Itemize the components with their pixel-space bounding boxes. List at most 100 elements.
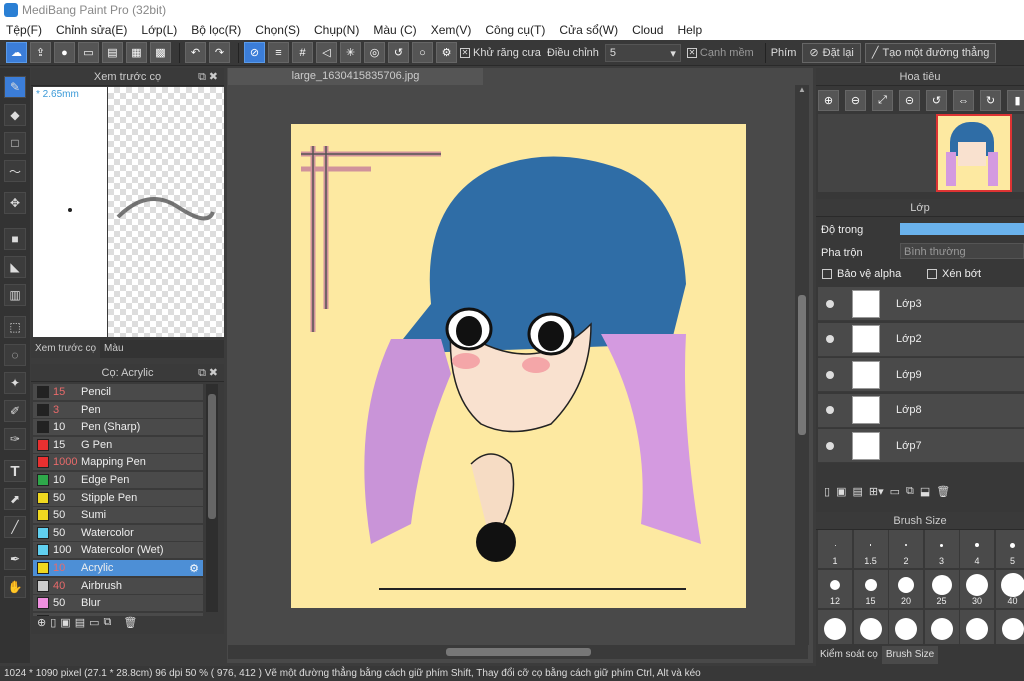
brush-size-cell[interactable]: 1 (818, 530, 852, 568)
scroll-thumb[interactable] (208, 394, 216, 519)
snap-concentric-icon[interactable]: ◎ (364, 42, 385, 63)
brush-item[interactable]: 3 Pen (33, 401, 203, 419)
brush-size-cell[interactable] (924, 610, 959, 644)
cloud-icon[interactable]: ☁ (6, 42, 27, 63)
brush-item[interactable]: 50 Stipple Pen (33, 489, 203, 507)
select-tool-icon[interactable]: ⬚ (4, 316, 26, 338)
zoom-in-icon[interactable]: ⊕ (818, 90, 839, 111)
menu-filter[interactable]: Bộ lọc(R) (191, 23, 241, 37)
gradient-tool-icon[interactable]: ▥ (4, 284, 26, 306)
snap-radial-icon[interactable]: ✳ (340, 42, 361, 63)
menu-edit[interactable]: Chỉnh sửa(E) (56, 23, 127, 37)
new-halftone-layer-icon[interactable]: ▣ (836, 485, 846, 498)
blend-select[interactable]: Bình thường (900, 243, 1024, 259)
redo-icon[interactable]: ↷ (209, 42, 230, 63)
visibility-icon[interactable] (826, 406, 834, 414)
popout-icon[interactable]: ⧉ (198, 68, 206, 86)
brush-size-cell[interactable]: 2 (889, 530, 923, 568)
brush-size-cell[interactable] (889, 610, 923, 644)
visibility-icon[interactable] (826, 441, 834, 450)
divide-tool-icon[interactable]: ╱ (4, 516, 26, 538)
new-brush-icon[interactable]: ▯ (50, 616, 56, 634)
visibility-icon[interactable] (826, 335, 834, 343)
snap-off-icon[interactable]: ⊘ (244, 42, 265, 63)
layer-row[interactable]: Lớp9 (818, 358, 1024, 392)
brush-size-cell[interactable]: 4 (960, 530, 994, 568)
delete-layer-icon[interactable]: 🗑 (936, 485, 950, 498)
brush-item[interactable]: 15 G Pen (33, 436, 203, 454)
navigator-preview[interactable] (818, 114, 1024, 192)
snap-parallel-icon[interactable]: ≡ (268, 42, 289, 63)
opacity-slider[interactable] (900, 223, 1024, 235)
snap-perspective-icon[interactable]: ◁ (316, 42, 337, 63)
move-tool-icon[interactable]: ✥ (4, 192, 26, 214)
zoom-out-icon[interactable]: ⊖ (845, 90, 866, 111)
zoom-reset-icon[interactable]: ⊝ (899, 90, 920, 111)
menu-help[interactable]: Help (677, 23, 702, 37)
eyedropper-tool-icon[interactable]: ✒ (4, 548, 26, 570)
menu-view[interactable]: Xem(V) (431, 23, 472, 37)
layer-row[interactable]: Lớp7 (818, 429, 1024, 463)
lasso-tool-icon[interactable]: ◌ (4, 344, 26, 366)
layout-icon[interactable]: ▦ (126, 42, 147, 63)
grid-icon[interactable]: ▩ (150, 42, 171, 63)
brush-size-cell[interactable]: 5 (995, 530, 1024, 568)
artwork[interactable] (291, 124, 746, 608)
layer-row[interactable]: Lớp3 (818, 287, 1024, 321)
scroll-thumb[interactable] (798, 295, 806, 435)
new-8bit-layer-icon[interactable]: ▤ (852, 485, 862, 498)
rotate-right-icon[interactable]: ↻ (980, 90, 1001, 111)
pen-tool-icon[interactable]: 〜 (4, 160, 26, 182)
tab-brush-size[interactable]: Brush Size (881, 646, 939, 664)
create-line-button[interactable]: ╱ Tạo một đường thẳng (864, 42, 997, 63)
new-layer-icon[interactable]: ▯ (824, 485, 830, 498)
tab-brush-preview[interactable]: Xem trước cọ (31, 340, 101, 358)
soft-edge-checkbox[interactable]: ✕ (686, 47, 697, 58)
brush-size-cell[interactable]: 3 (924, 530, 959, 568)
brush-item[interactable]: 1000 Mapping Pen (33, 454, 203, 472)
eraser-tool-icon[interactable]: ◆ (4, 104, 26, 126)
brush-size-cell[interactable]: 25 (924, 570, 959, 608)
antialias-checkbox[interactable]: ✕ (460, 47, 470, 58)
flip-icon[interactable]: ⇔ (953, 90, 974, 111)
brush-tool-icon[interactable]: ✎ (4, 76, 26, 98)
duplicate-layer-icon[interactable]: ⧉ (906, 485, 914, 498)
popout-icon[interactable]: ⧉ (198, 364, 206, 382)
brush-item[interactable]: 10 Acrylic ⚙ (33, 560, 203, 577)
brush-size-cell[interactable] (818, 610, 852, 644)
duplicate-icon[interactable]: ⧉ (104, 616, 112, 634)
canvas-horizontal-scrollbar[interactable] (228, 645, 808, 659)
comment-icon[interactable]: ● (54, 42, 75, 63)
dot-tool-icon[interactable]: □ (4, 132, 26, 154)
brush-list-scrollbar[interactable] (206, 384, 218, 612)
brush-settings-icon[interactable]: ⚙ (189, 562, 199, 575)
menu-select[interactable]: Chọn(S) (255, 23, 300, 37)
select-eraser-tool-icon[interactable]: ✑ (4, 428, 26, 450)
snap-grid-icon[interactable]: # (292, 42, 313, 63)
reset-button[interactable]: ⊘ Đặt lại (802, 42, 861, 63)
snap-circle-icon[interactable]: ○ (412, 42, 433, 63)
share-icon[interactable]: ⇪ (30, 42, 51, 63)
tab-color[interactable]: Màu (100, 340, 127, 358)
correction-select[interactable]: 5 ▾ (604, 43, 681, 62)
layer-row[interactable]: Lớp8 (818, 393, 1024, 428)
brush-size-cell[interactable]: 15 (853, 570, 888, 608)
menu-file[interactable]: Tệp(F) (6, 23, 42, 37)
brush-size-cell[interactable] (853, 610, 888, 644)
add-brush-icon[interactable]: ⊕ (37, 616, 46, 634)
visibility-icon[interactable] (826, 299, 834, 308)
menu-tools[interactable]: Công cụ(T) (485, 23, 545, 37)
hand-tool-icon[interactable]: ✋ (4, 576, 26, 598)
scroll-up-icon[interactable]: ▲ (795, 85, 809, 94)
menu-cloud[interactable]: Cloud (632, 23, 663, 37)
menu-window[interactable]: Cửa sổ(W) (559, 23, 618, 37)
brush-menu-icon[interactable]: ▣ (60, 616, 70, 634)
folder-icon[interactable]: ▭ (890, 485, 900, 498)
brush-item[interactable]: 10 Edge Pen (33, 472, 203, 489)
lock-icon[interactable]: ▮ (1007, 90, 1024, 111)
brush-item[interactable]: 15 Pencil (33, 384, 203, 401)
brush-size-cell[interactable]: 30 (960, 570, 994, 608)
close-icon[interactable]: ✖ (209, 364, 218, 382)
brush-item[interactable]: 50 Watercolor (33, 524, 203, 542)
visibility-icon[interactable] (826, 370, 834, 379)
